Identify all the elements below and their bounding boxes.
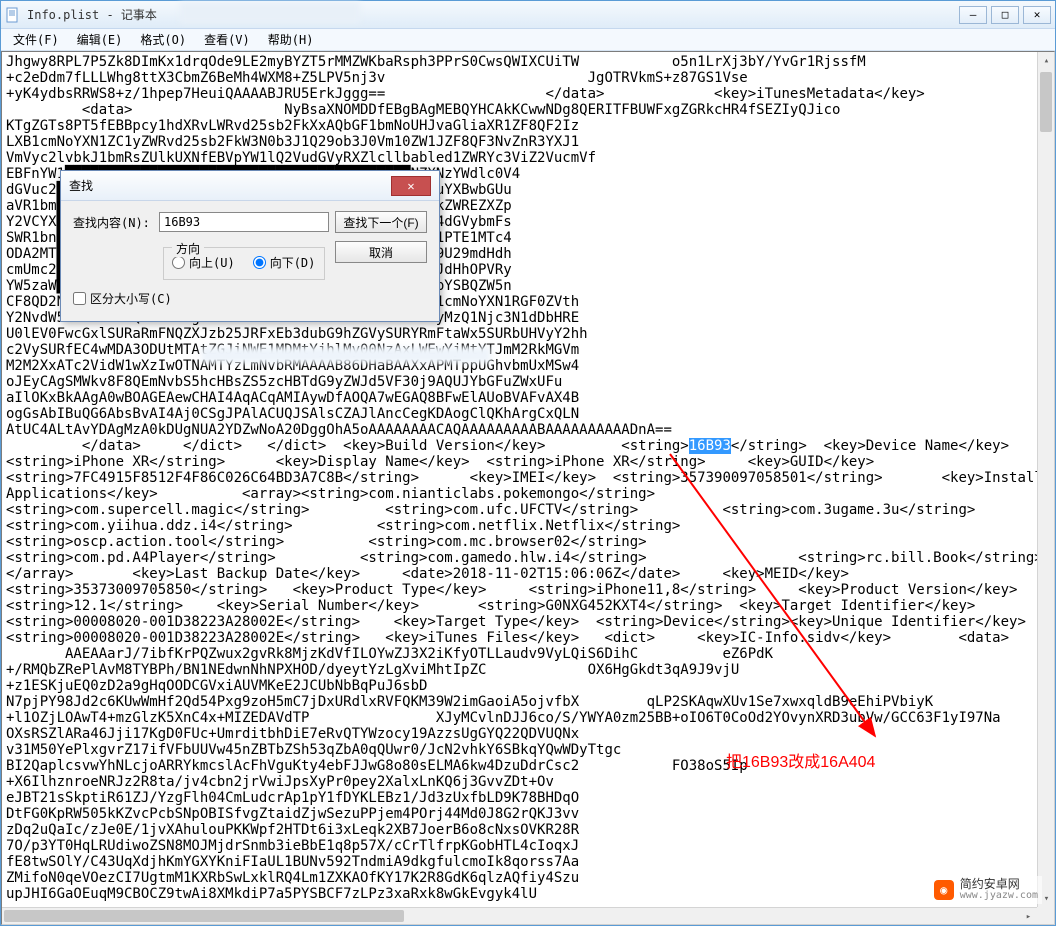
find-dialog-titlebar[interactable]: 查找 ✕ (61, 171, 439, 201)
find-dialog-body: 查找内容(N): 查找下一个(F) 方向 向上(U) 向下(D) 区分大小写(C… (61, 201, 439, 321)
find-input[interactable] (159, 212, 329, 232)
direction-group-title: 方向 (172, 240, 204, 257)
menubar: 文件(F) 编辑(E) 格式(O) 查看(V) 帮助(H) (1, 29, 1055, 51)
scroll-corner (1037, 907, 1054, 924)
window-controls: — □ ✕ (959, 6, 1051, 24)
find-dialog-title: 查找 (69, 177, 391, 194)
find-next-button[interactable]: 查找下一个(F) (335, 211, 427, 233)
notepad-window: Info.plist - 记事本 — □ ✕ 文件(F) 编辑(E) 格式(O)… (0, 0, 1056, 926)
watermark-url: www.jyazw.com (960, 890, 1038, 902)
maximize-button[interactable]: □ (991, 6, 1019, 24)
watermark-logo-icon: ◉ (934, 880, 954, 900)
scroll-right-arrow[interactable]: ▸ (1020, 908, 1037, 925)
app-icon (5, 7, 21, 23)
titlebar[interactable]: Info.plist - 记事本 — □ ✕ (1, 1, 1055, 29)
direction-group: 方向 向上(U) 向下(D) (163, 247, 325, 280)
close-button[interactable]: ✕ (1023, 6, 1051, 24)
blurred-region (180, 2, 360, 24)
annotation-text: 把16B93改成16A404 (726, 748, 875, 772)
highlighted-match: 16B93 (689, 438, 731, 454)
horizontal-scroll-thumb[interactable] (4, 910, 404, 922)
menu-edit[interactable]: 编辑(E) (69, 29, 131, 50)
horizontal-scrollbar[interactable]: ◂ ▸ (2, 907, 1037, 924)
find-cancel-button[interactable]: 取消 (335, 241, 427, 263)
menu-view[interactable]: 查看(V) (196, 29, 258, 50)
menu-format[interactable]: 格式(O) (132, 29, 194, 50)
window-title: Info.plist - 记事本 (27, 6, 959, 23)
find-content-label: 查找内容(N): (73, 214, 153, 231)
watermark: ◉ 简约安卓网 www.jyazw.com (930, 876, 1042, 904)
find-dialog: 查找 ✕ 查找内容(N): 查找下一个(F) 方向 向上(U) 向下(D) 区分… (60, 170, 440, 322)
vertical-scroll-thumb[interactable] (1040, 72, 1052, 132)
watermark-name: 简约安卓网 (960, 878, 1038, 890)
menu-file[interactable]: 文件(F) (5, 29, 67, 50)
find-dialog-close-button[interactable]: ✕ (391, 176, 431, 196)
match-case-checkbox[interactable]: 区分大小写(C) (73, 290, 329, 307)
direction-down-radio[interactable]: 向下(D) (253, 254, 316, 271)
blurred-region-2 (201, 347, 491, 363)
scroll-up-arrow[interactable]: ▴ (1038, 52, 1055, 69)
vertical-scrollbar[interactable]: ▴ ▾ (1037, 52, 1054, 907)
menu-help[interactable]: 帮助(H) (260, 29, 322, 50)
minimize-button[interactable]: — (959, 6, 987, 24)
